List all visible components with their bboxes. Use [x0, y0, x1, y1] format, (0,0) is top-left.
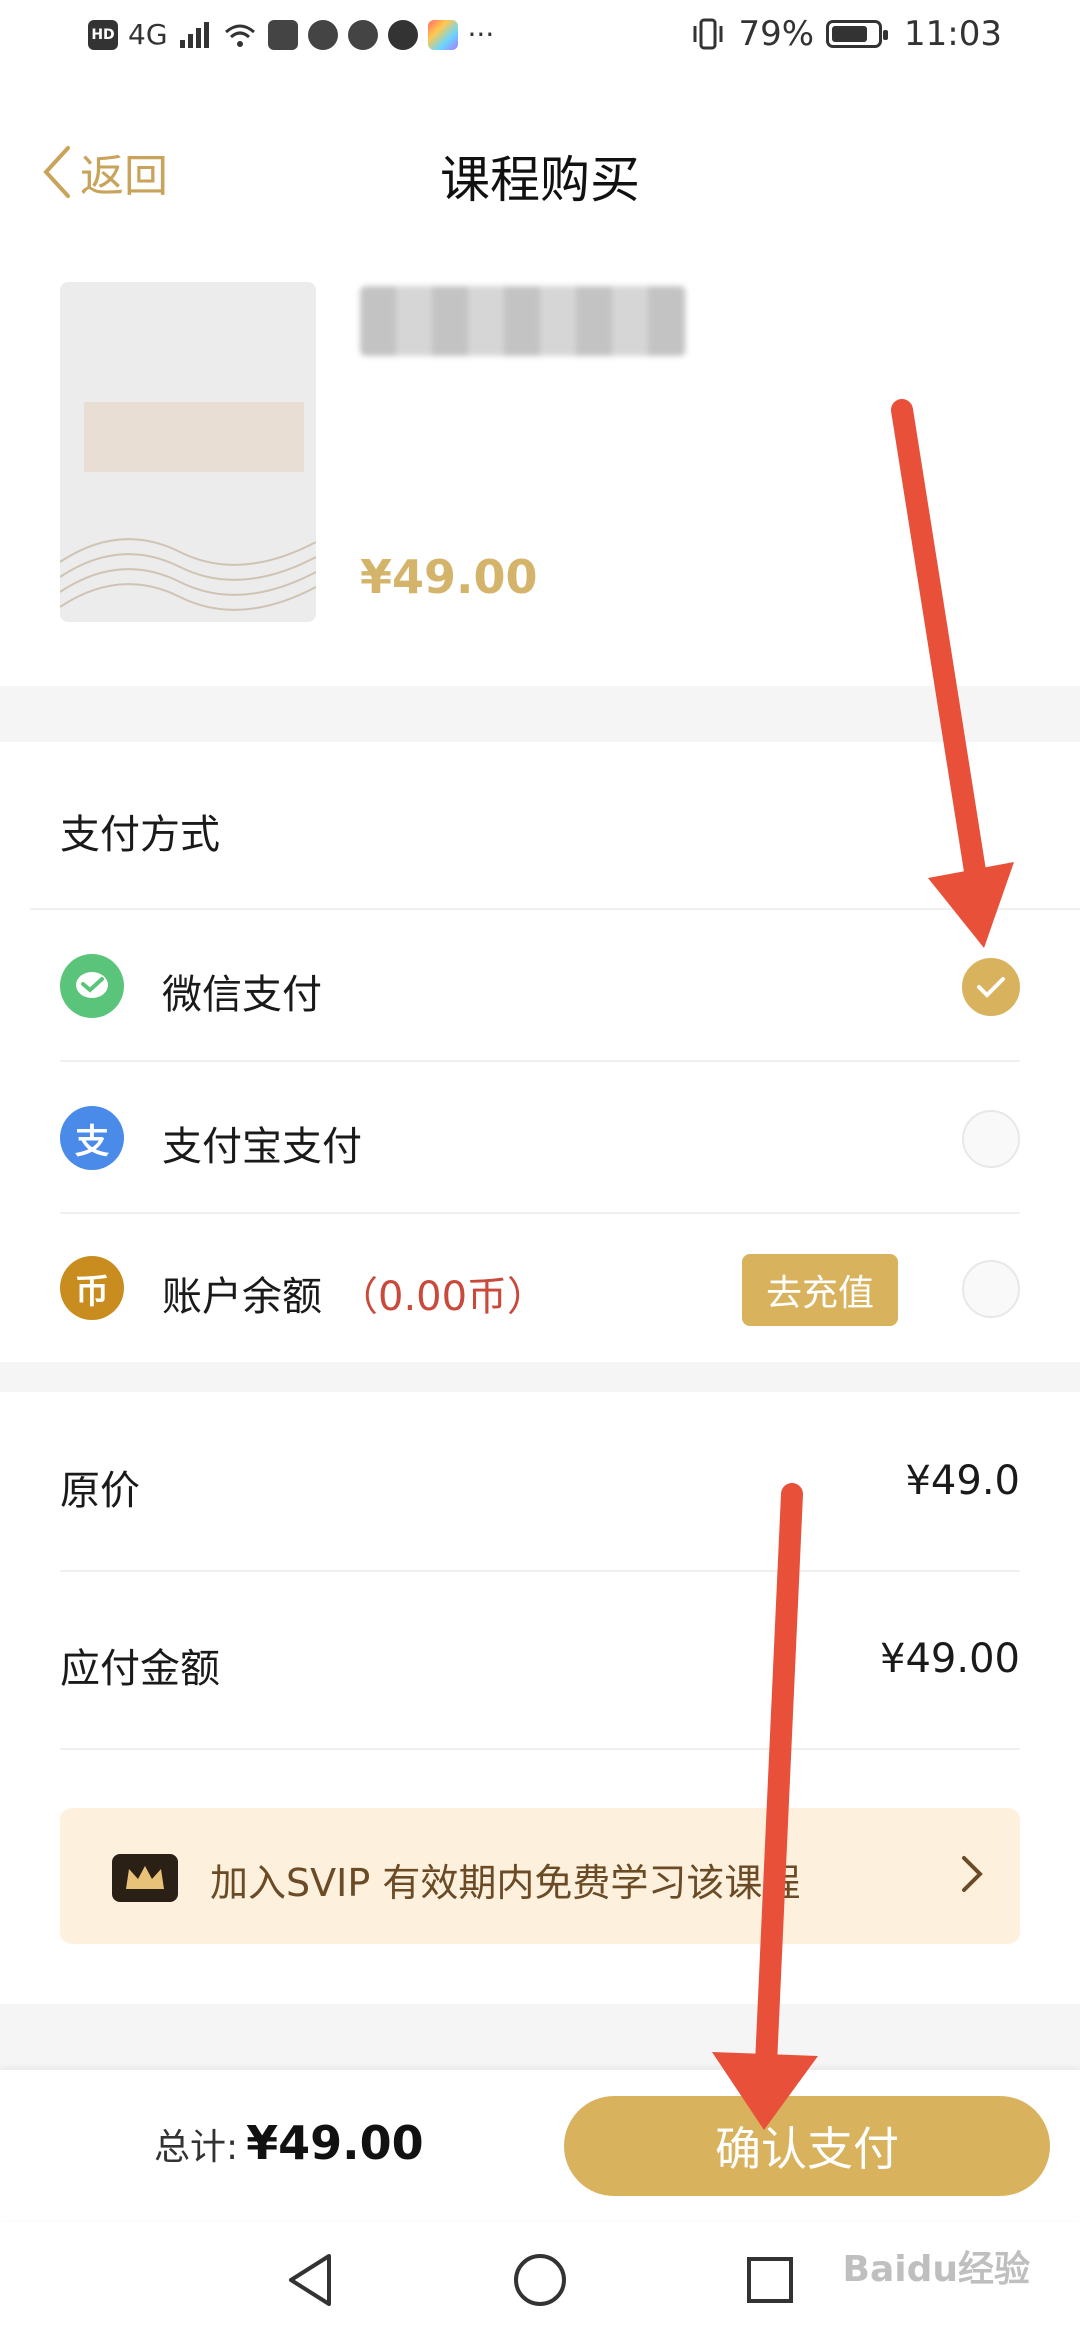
radio-unchecked[interactable]	[962, 1110, 1020, 1168]
status-left-icons: HD 4G ···	[88, 18, 494, 51]
thumbnail-blur	[84, 402, 304, 472]
clock: 11:03	[904, 14, 1002, 54]
payment-method-name: 账户余额	[162, 1274, 322, 1320]
payable-amount-label: 应付金额	[60, 1646, 220, 1692]
status-right: 79% 11:03	[690, 14, 1002, 54]
svip-text: 加入SVIP 有效期内免费学习该课程	[210, 1861, 801, 1905]
payment-method-name: 支付宝支付	[162, 1124, 362, 1170]
circle-home-icon	[514, 2254, 566, 2306]
payment-section-title: 支付方式	[60, 812, 220, 858]
coin-icon: 币	[60, 1256, 124, 1320]
payment-option-1[interactable]: 微信支付	[60, 936, 1020, 1036]
app-color-icon	[427, 19, 458, 50]
divider	[30, 908, 1080, 910]
nav-back-button[interactable]	[280, 2250, 340, 2310]
battery-percent: 79%	[738, 14, 815, 54]
payment-option-label: 账户余额 （0.00币）	[162, 1264, 547, 1322]
confirm-pay-button[interactable]: 确认支付	[564, 2096, 1050, 2196]
radio-checked[interactable]	[962, 958, 1020, 1016]
original-price-value: ¥49.0	[905, 1458, 1020, 1504]
hd-icon: HD	[88, 19, 118, 50]
checkmark-icon	[977, 977, 1005, 998]
more-dots-icon: ···	[467, 18, 495, 51]
thumbnail-wave-pattern	[60, 538, 316, 611]
square-recents-icon	[747, 2257, 793, 2303]
annotation-arrow-1	[891, 399, 1014, 948]
divider	[60, 1060, 1020, 1062]
status-bar: HD 4G ··· 79% 11:03	[0, 0, 1080, 80]
original-price-label: 原价	[60, 1468, 140, 1514]
network-label: 4G	[128, 18, 168, 51]
balance-amount: （0.00币）	[338, 1274, 548, 1320]
divider	[60, 1212, 1020, 1214]
qq-icon	[387, 19, 418, 50]
baidu-watermark: Baidu经验	[842, 2249, 1030, 2290]
huawei-icon	[267, 19, 298, 50]
battery-fill	[832, 26, 868, 42]
divider	[60, 1570, 1020, 1572]
total: 总计: ¥49.00	[154, 2116, 424, 2170]
recharge-button[interactable]: 去充值	[742, 1254, 898, 1326]
payment-option-label: 支付宝支付	[162, 1114, 362, 1172]
radio-unchecked[interactable]	[962, 1260, 1020, 1318]
payment-option-2[interactable]: 支支付宝支付	[60, 1088, 1020, 1188]
vibrate-icon	[693, 18, 723, 50]
course-title-blurred	[360, 286, 686, 356]
payment-method-name: 微信支付	[162, 972, 322, 1018]
crown-icon	[112, 1854, 178, 1902]
payment-option-3[interactable]: 币账户余额 （0.00币） 去充值	[60, 1238, 1020, 1338]
course-thumbnail	[60, 282, 316, 622]
total-label: 总计:	[154, 2127, 239, 2168]
nav-recents-button[interactable]	[740, 2250, 800, 2310]
wifi-icon	[224, 24, 255, 47]
payment-option-label: 微信支付	[162, 962, 322, 1020]
nav-home-button[interactable]	[510, 2250, 570, 2310]
course-price: ¥49.00	[360, 550, 538, 604]
payable-amount-value: ¥49.00	[880, 1636, 1020, 1682]
divider	[60, 1748, 1020, 1750]
triangle-back-icon	[289, 2254, 331, 2306]
chevron-right-icon	[962, 1856, 983, 1892]
section-divider	[0, 2004, 1080, 2070]
section-divider	[0, 686, 1080, 742]
signal-bars-icon	[179, 21, 209, 48]
svip-banner[interactable]: 加入SVIP 有效期内免费学习该课程	[60, 1808, 1020, 1944]
page-title: 课程购买	[440, 151, 640, 209]
battery-icon	[826, 20, 889, 48]
alipay-icon: 支	[60, 1106, 124, 1170]
hexagon-icon	[307, 19, 338, 50]
wechat-pay-icon	[60, 954, 124, 1018]
bottom-bar: 总计: ¥49.00 确认支付	[0, 2070, 1080, 2220]
total-amount: ¥49.00	[246, 2116, 424, 2170]
section-divider	[0, 1362, 1080, 1392]
chat-icon	[347, 19, 378, 50]
